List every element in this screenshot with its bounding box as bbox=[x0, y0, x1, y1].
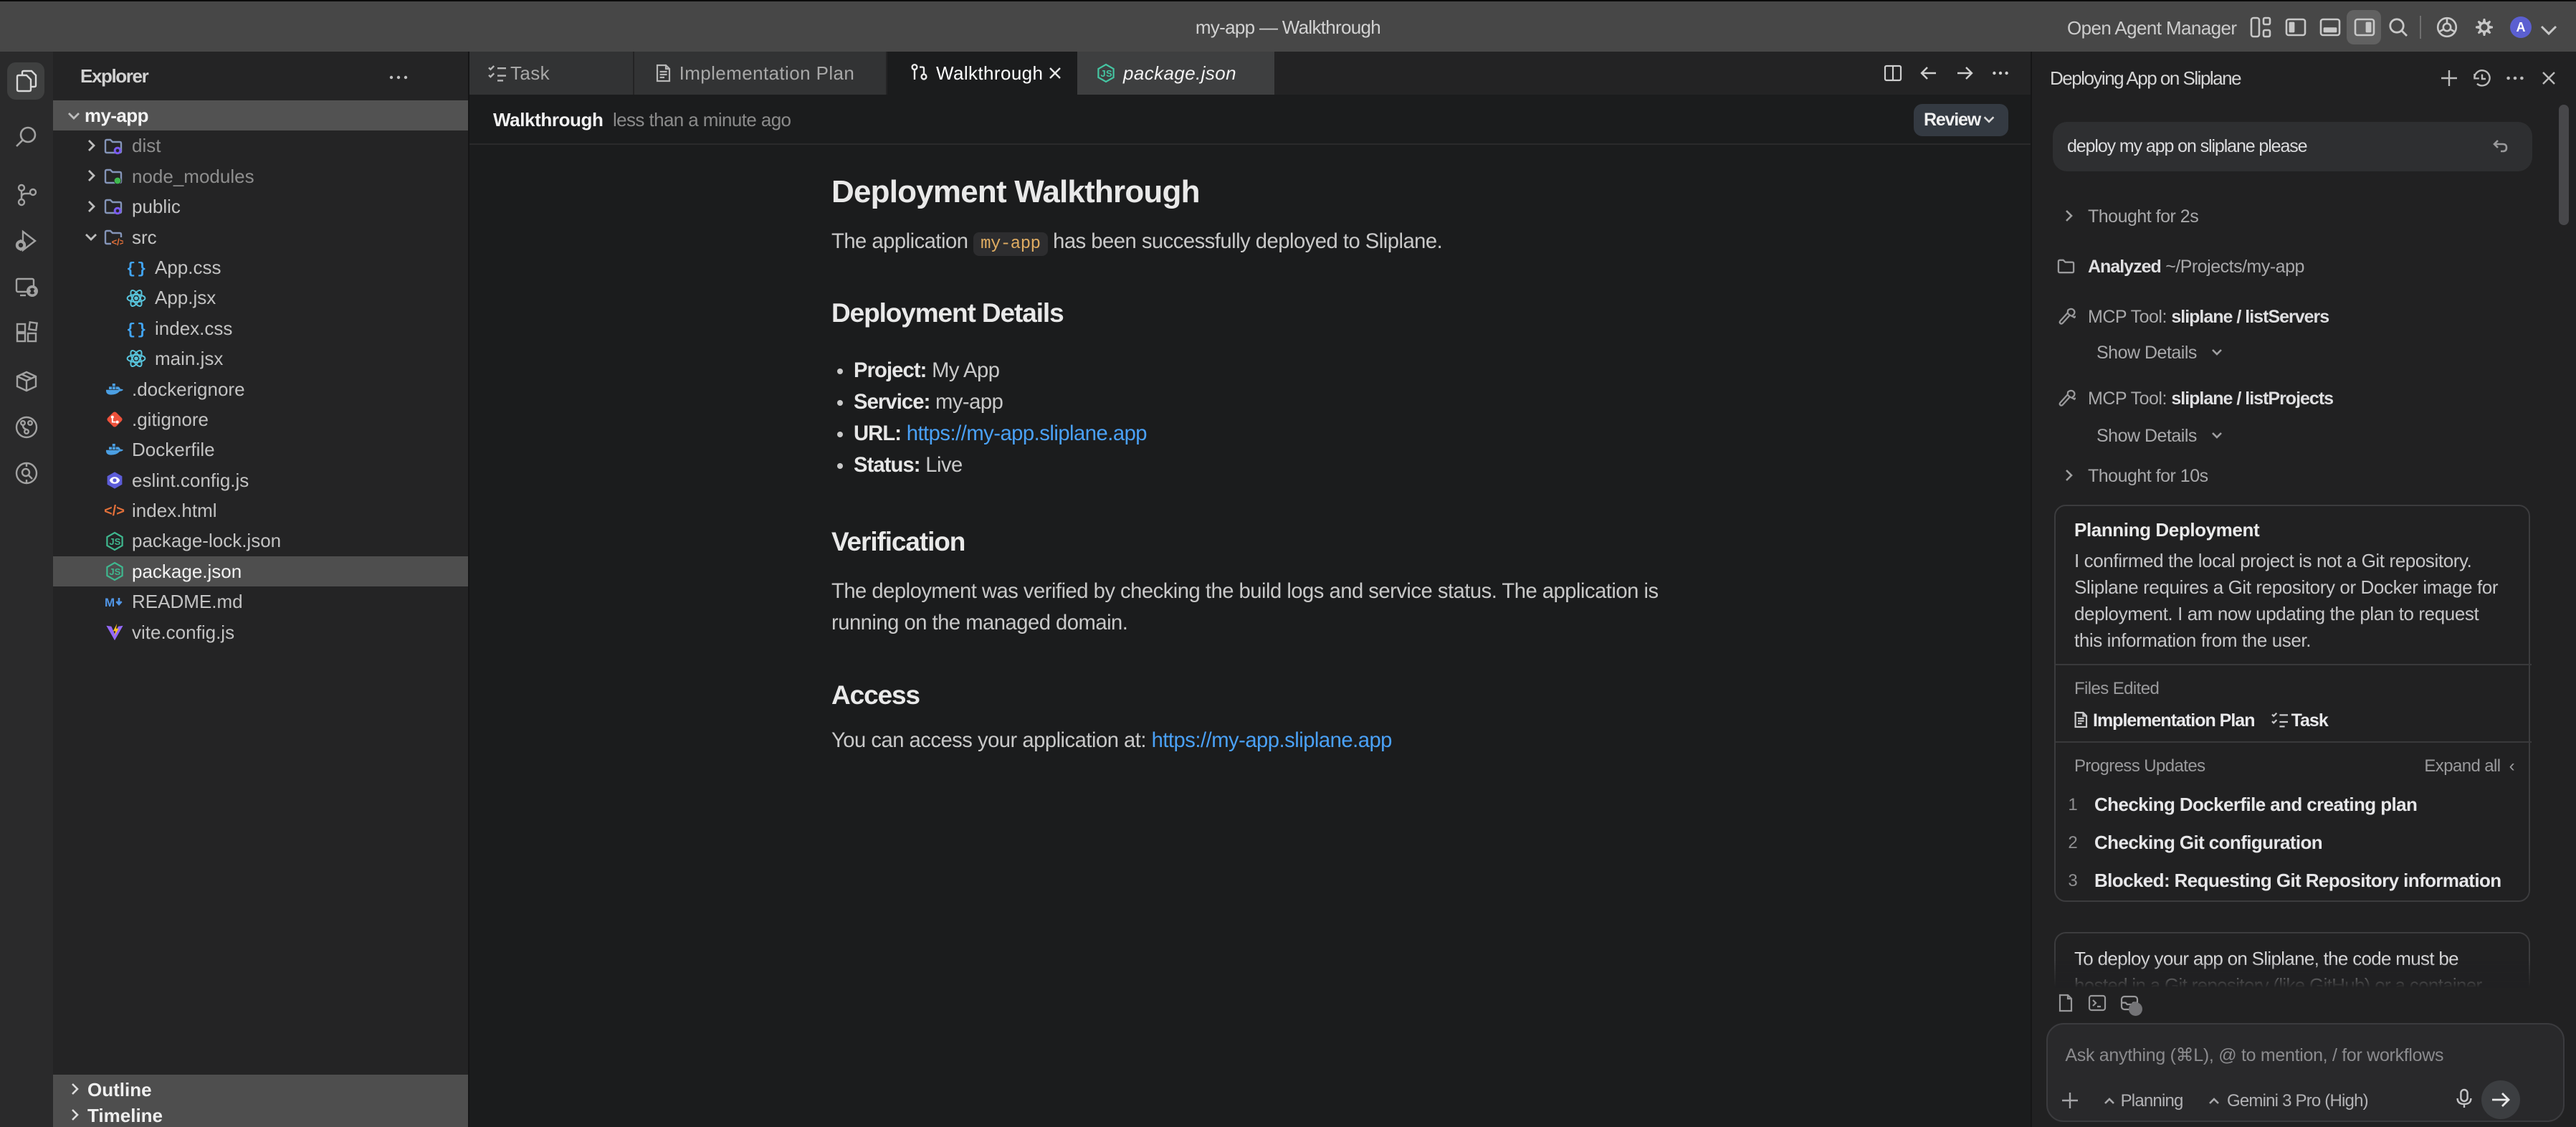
svg-text:</>: </> bbox=[105, 503, 125, 519]
svg-text:}: } bbox=[137, 260, 146, 277]
svg-text:{: { bbox=[126, 321, 135, 338]
svg-text:JS: JS bbox=[109, 536, 120, 547]
svg-text:M: M bbox=[105, 596, 115, 609]
svg-text:</>: </> bbox=[112, 237, 123, 247]
svg-text:JS: JS bbox=[1100, 68, 1112, 79]
svg-text:{: { bbox=[126, 260, 135, 277]
svg-text:JS: JS bbox=[109, 566, 120, 577]
svg-text:}: } bbox=[137, 321, 146, 338]
